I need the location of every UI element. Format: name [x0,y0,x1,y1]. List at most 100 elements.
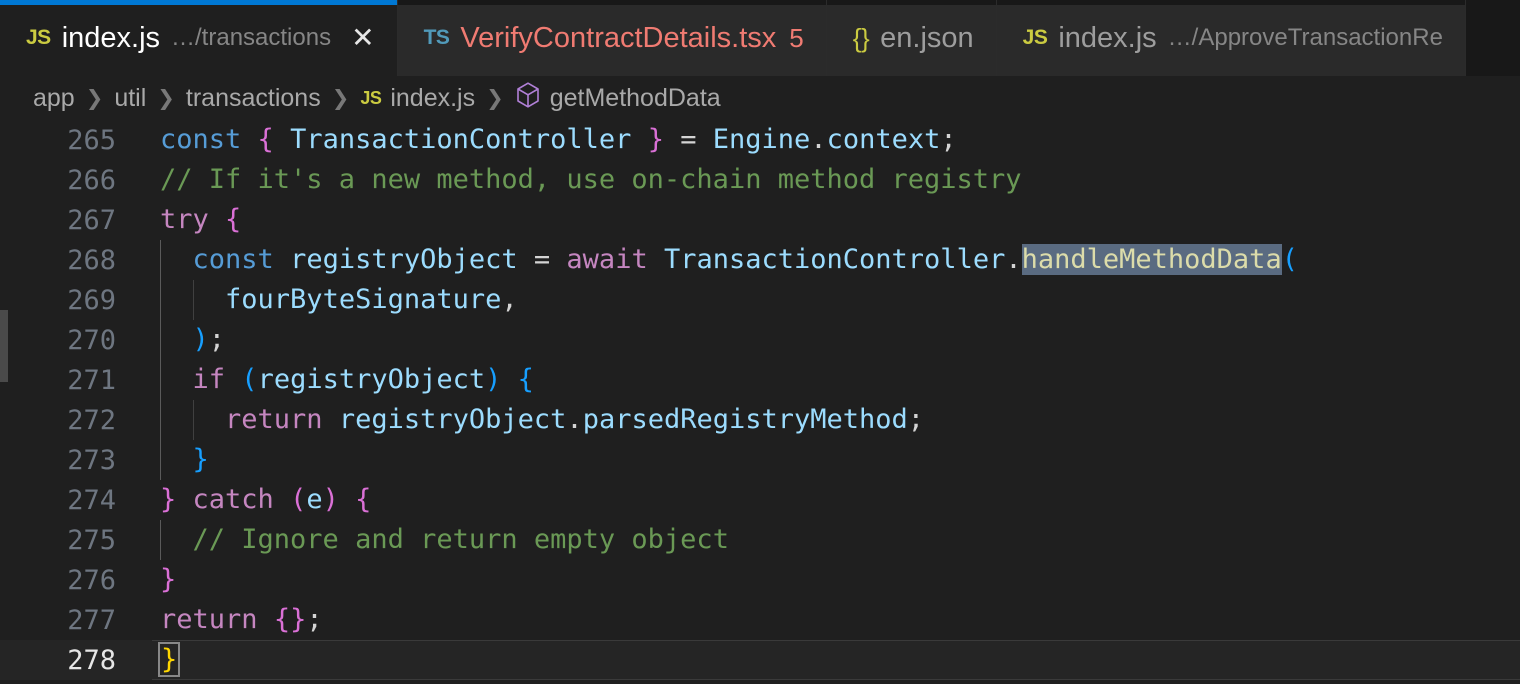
editor-tab-en-json-2[interactable]: {} en.json [826,0,997,76]
code-line[interactable]: 274} catch (e) { [0,480,1520,520]
code-token: { [517,364,534,395]
js-file-icon: JS [360,87,382,108]
editor-tab-verifycontractdetails-tsx-1[interactable]: TS VerifyContractDetails.tsx 5 [397,0,827,76]
tab-label: index.js [1058,21,1157,54]
code-line[interactable]: 268 const registryObject = await Transac… [0,240,1520,280]
breadcrumb-item-label: transactions [185,83,321,112]
line-number: 271 [67,364,116,396]
tab-label: index.js [61,21,161,54]
breadcrumb-separator-icon: ❯ [331,86,350,110]
js-file-icon: JS [26,26,51,49]
breadcrumb-item-app[interactable]: app [33,84,75,113]
json-file-icon: {} [852,22,870,53]
code-editor[interactable]: 265 const { TransactionController } = Eng… [0,120,1520,684]
code-token: try [160,204,209,235]
code-token: ; [940,124,957,155]
code-line[interactable]: 271 if (registryObject) { [0,360,1520,400]
symbol-method-icon [515,81,541,116]
code-token: . [566,404,583,435]
breadcrumb-item-transactions[interactable]: transactions [186,84,321,113]
code-token: { [355,484,372,515]
close-icon[interactable]: ✕ [351,24,374,52]
code-line[interactable]: 276} [0,560,1520,600]
code-line[interactable]: 278} [0,640,1520,680]
indent-guide [160,440,161,480]
tab-path: …/transactions [171,24,332,51]
code-token: , [501,284,518,315]
code-token: . [1005,244,1022,275]
code-token: ) [322,484,339,515]
breadcrumb-item-label: util [114,83,147,112]
code-token: TransactionController [290,124,632,155]
code-token: ; [306,604,323,635]
indent-guide [160,240,161,280]
code-token: fourByteSignature [225,284,502,315]
indent-guide [193,400,194,440]
breadcrumb-item-index-js[interactable]: JS index.js [360,84,475,113]
code-token: parsedRegistryMethod [582,404,908,435]
line-number: 265 [67,124,116,156]
line-number: 276 [67,564,116,596]
tab-label: en.json [880,21,974,54]
breadcrumb-item-label: index.js [390,83,476,112]
code-line-content: } catch (e) { [152,480,1520,520]
line-number: 272 [67,404,116,436]
code-token: } [290,604,307,635]
code-line-content: try { [152,200,1520,240]
line-number: 268 [67,244,116,276]
code-token: return [225,404,323,435]
code-line[interactable]: 275 // Ignore and return empty object [0,520,1520,560]
code-line[interactable]: 269 fourByteSignature, [0,280,1520,320]
code-line[interactable]: 266 // If it's a new method, use on-chain… [0,160,1520,200]
code-token: ( [1281,244,1298,275]
line-number: 278 [67,644,116,676]
code-token: } [160,484,177,515]
code-token: ( [241,364,258,395]
code-token: registryObject [290,244,518,275]
code-line[interactable]: 267 try { [0,200,1520,240]
code-line[interactable]: 273 } [0,440,1520,480]
tab-label: VerifyContractDetails.tsx [460,21,777,54]
line-number: 273 [67,444,116,476]
js-file-icon: JS [1022,26,1048,49]
code-token: Engine [712,124,811,155]
code-line-content: if (registryObject) { [152,360,1520,400]
editor-tab-index-js-0[interactable]: JS index.js …/transactions ✕ [0,0,398,76]
code-token: return [160,604,258,635]
code-token: { [225,204,242,235]
code-line[interactable]: 277 return {}; [0,600,1520,640]
code-line-content: } [152,560,1520,600]
code-token: registryObject [338,404,567,435]
code-line[interactable]: 272 return registryObject.parsedRegistry… [0,400,1520,440]
editor-tab-index-js-3[interactable]: JS index.js …/ApproveTransactionRe [996,0,1466,76]
breadcrumb-item-getmethoddata[interactable]: getMethodData [515,81,721,116]
code-token: = [517,244,567,275]
code-line[interactable]: 265 const { TransactionController } = Eng… [0,120,1520,160]
code-token: if [192,364,226,395]
code-token: { [257,124,274,155]
code-line[interactable]: 270 ); [0,320,1520,360]
code-token: ) [192,324,209,355]
code-lines-container: 265 const { TransactionController } = Eng… [0,120,1520,680]
breadcrumb-item-util[interactable]: util [114,84,146,113]
code-token: } [647,124,664,155]
code-token: ; [907,404,925,435]
breadcrumb-separator-icon: ❯ [157,86,175,110]
code-token: await [566,244,648,275]
line-number: 266 [67,164,116,196]
code-token: handleMethodData [1021,244,1282,275]
code-line-content: } [152,440,1520,480]
code-token: const [192,244,274,275]
code-token: TransactionController [663,244,1006,275]
code-token: } [160,564,177,595]
